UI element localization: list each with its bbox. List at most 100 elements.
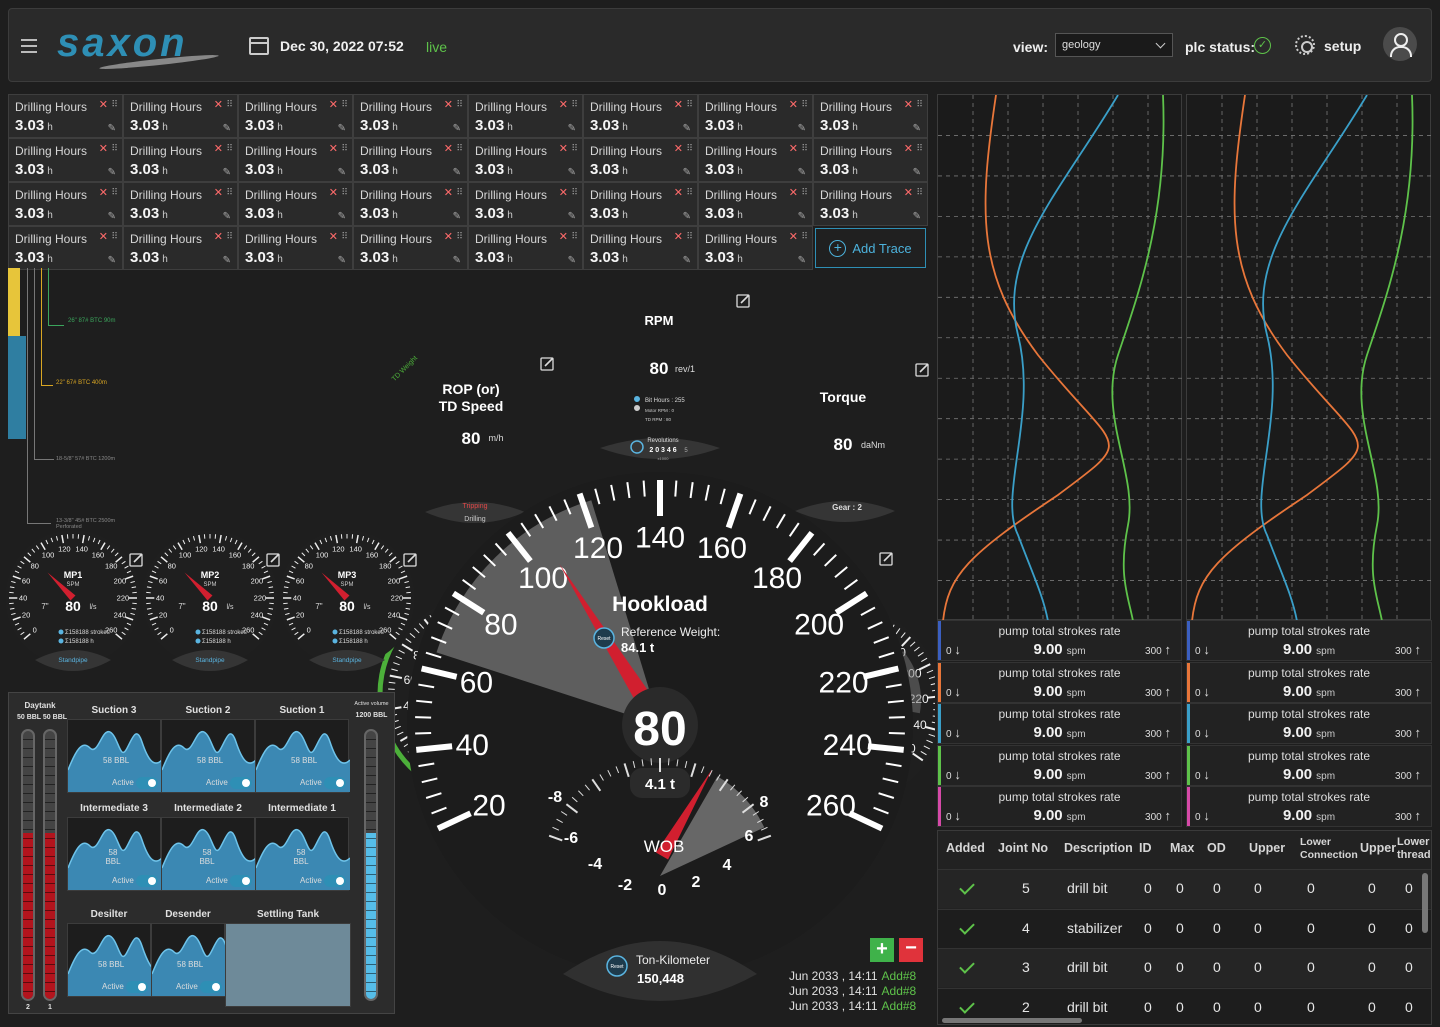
pit-active-toggle[interactable] xyxy=(126,981,148,993)
edit-icon[interactable]: ✎ xyxy=(913,123,921,134)
trace-max[interactable]: 300 ↑ xyxy=(1395,725,1421,740)
trace-max[interactable]: 300 ↑ xyxy=(1145,684,1171,699)
trend-chart-right[interactable] xyxy=(1186,94,1432,622)
trace-tile[interactable]: Drilling Hours 3.03 h ✕ ⠿ ✎ xyxy=(8,138,123,182)
drag-handle-icon[interactable]: ⠿ xyxy=(801,99,808,110)
trace-min[interactable]: 0 ↓ xyxy=(946,808,961,823)
edit-icon[interactable]: ✎ xyxy=(798,211,806,222)
close-icon[interactable]: ✕ xyxy=(329,186,338,199)
trace-tile[interactable]: Drilling Hours 3.03 h ✕ ⠿ ✎ xyxy=(353,226,468,270)
remove-button[interactable]: − xyxy=(899,938,923,962)
drag-handle-icon[interactable]: ⠿ xyxy=(571,187,578,198)
trace-row[interactable]: pump total strokes rate 9.00 spm 0 ↓ 300 … xyxy=(1186,786,1432,828)
trace-tile[interactable]: Drilling Hours 3.03 h ✕ ⠿ ✎ xyxy=(353,94,468,138)
edit-icon[interactable] xyxy=(736,294,750,308)
trace-row[interactable]: pump total strokes rate 9.00 spm 0 ↓ 300 … xyxy=(1186,661,1432,703)
menu-icon[interactable] xyxy=(21,39,37,53)
setup-button[interactable]: setup xyxy=(1324,38,1361,54)
trace-tile[interactable]: Drilling Hours 3.03 h ✕ ⠿ ✎ xyxy=(813,138,928,182)
drag-handle-icon[interactable]: ⠿ xyxy=(111,187,118,198)
calendar-icon[interactable] xyxy=(249,37,269,55)
edit-icon[interactable]: ✎ xyxy=(338,123,346,134)
edit-icon[interactable]: ✎ xyxy=(798,123,806,134)
trace-row[interactable]: pump total strokes rate 9.00 spm 0 ↓ 300 … xyxy=(937,703,1182,745)
trace-row[interactable]: pump total strokes rate 9.00 spm 0 ↓ 300 … xyxy=(1186,744,1432,786)
add-trace-button[interactable]: + Add Trace xyxy=(815,228,926,268)
trace-min[interactable]: 0 ↓ xyxy=(946,642,961,657)
trace-min[interactable]: 0 ↓ xyxy=(946,684,961,699)
close-icon[interactable]: ✕ xyxy=(789,142,798,155)
trace-tile[interactable]: Drilling Hours 3.03 h ✕ ⠿ ✎ xyxy=(698,226,813,270)
trace-tile[interactable]: Drilling Hours 3.03 h ✕ ⠿ ✎ xyxy=(8,94,123,138)
trace-tile[interactable]: Drilling Hours 3.03 h ✕ ⠿ ✎ xyxy=(238,226,353,270)
trace-max[interactable]: 300 ↑ xyxy=(1145,767,1171,782)
pit-tank[interactable]: 58 BBL Active xyxy=(255,719,350,793)
pit-tank[interactable]: 58 BBL Active xyxy=(67,923,152,997)
col-od[interactable]: OD xyxy=(1207,841,1226,855)
drag-handle-icon[interactable]: ⠿ xyxy=(916,187,923,198)
table-vscrollbar[interactable] xyxy=(1422,873,1428,933)
edit-icon[interactable]: ✎ xyxy=(568,255,576,266)
edit-icon[interactable]: ✎ xyxy=(798,167,806,178)
close-icon[interactable]: ✕ xyxy=(789,186,798,199)
edit-icon[interactable]: ✎ xyxy=(913,167,921,178)
close-icon[interactable]: ✕ xyxy=(559,142,568,155)
table-row[interactable]: 4 stabilizer 0 0 0 0 0 0 0 xyxy=(938,908,1431,948)
trace-row[interactable]: pump total strokes rate 9.00 spm 0 ↓ 300 … xyxy=(1186,703,1432,745)
close-icon[interactable]: ✕ xyxy=(674,142,683,155)
drag-handle-icon[interactable]: ⠿ xyxy=(801,231,808,242)
close-icon[interactable]: ✕ xyxy=(674,186,683,199)
edit-icon[interactable]: ✎ xyxy=(108,123,116,134)
trace-tile[interactable]: Drilling Hours 3.03 h ✕ ⠿ ✎ xyxy=(813,94,928,138)
trace-tile[interactable]: Drilling Hours 3.03 h ✕ ⠿ ✎ xyxy=(123,226,238,270)
trace-tile[interactable]: Drilling Hours 3.03 h ✕ ⠿ ✎ xyxy=(238,94,353,138)
close-icon[interactable]: ✕ xyxy=(99,186,108,199)
trace-tile[interactable]: Drilling Hours 3.03 h ✕ ⠿ ✎ xyxy=(353,182,468,226)
drag-handle-icon[interactable]: ⠿ xyxy=(456,99,463,110)
close-icon[interactable]: ✕ xyxy=(789,98,798,111)
edit-icon[interactable]: ✎ xyxy=(683,167,691,178)
trace-tile[interactable]: Drilling Hours 3.03 h ✕ ⠿ ✎ xyxy=(583,226,698,270)
edit-icon[interactable]: ✎ xyxy=(108,167,116,178)
close-icon[interactable]: ✕ xyxy=(329,142,338,155)
edit-icon[interactable]: ✎ xyxy=(683,255,691,266)
trace-tile[interactable]: Drilling Hours 3.03 h ✕ ⠿ ✎ xyxy=(468,226,583,270)
drag-handle-icon[interactable]: ⠿ xyxy=(801,143,808,154)
trace-tile[interactable]: Drilling Hours 3.03 h ✕ ⠿ ✎ xyxy=(468,138,583,182)
drag-handle-icon[interactable]: ⠿ xyxy=(916,99,923,110)
trace-row[interactable]: pump total strokes rate 9.00 spm 0 ↓ 300 … xyxy=(937,661,1182,703)
pit-tank[interactable]: 58 BBL Active xyxy=(67,817,162,891)
edit-icon[interactable]: ✎ xyxy=(568,123,576,134)
close-icon[interactable]: ✕ xyxy=(214,98,223,111)
trace-tile[interactable]: Drilling Hours 3.03 h ✕ ⠿ ✎ xyxy=(583,182,698,226)
trace-max[interactable]: 300 ↑ xyxy=(1145,808,1171,823)
drag-handle-icon[interactable]: ⠿ xyxy=(916,143,923,154)
close-icon[interactable]: ✕ xyxy=(674,230,683,243)
drag-handle-icon[interactable]: ⠿ xyxy=(686,187,693,198)
trace-tile[interactable]: Drilling Hours 3.03 h ✕ ⠿ ✎ xyxy=(8,226,123,270)
drag-handle-icon[interactable]: ⠿ xyxy=(571,231,578,242)
edit-icon[interactable]: ✎ xyxy=(453,255,461,266)
drag-handle-icon[interactable]: ⠿ xyxy=(341,231,348,242)
edit-icon[interactable]: ✎ xyxy=(338,167,346,178)
close-icon[interactable]: ✕ xyxy=(329,98,338,111)
close-icon[interactable]: ✕ xyxy=(674,98,683,111)
trace-max[interactable]: 300 ↑ xyxy=(1145,725,1171,740)
pit-active-toggle[interactable] xyxy=(230,777,252,789)
trace-row[interactable]: pump total strokes rate 9.00 spm 0 ↓ 300 … xyxy=(937,786,1182,828)
edit-icon[interactable]: ✎ xyxy=(683,123,691,134)
edit-icon[interactable]: ✎ xyxy=(568,211,576,222)
pit-active-toggle[interactable] xyxy=(324,777,346,789)
trace-tile[interactable]: Drilling Hours 3.03 h ✕ ⠿ ✎ xyxy=(123,138,238,182)
drag-handle-icon[interactable]: ⠿ xyxy=(226,187,233,198)
col-max[interactable]: Max xyxy=(1170,841,1194,855)
edit-icon[interactable]: ✎ xyxy=(223,255,231,266)
close-icon[interactable]: ✕ xyxy=(444,230,453,243)
trace-row[interactable]: pump total strokes rate 9.00 spm 0 ↓ 300 … xyxy=(937,744,1182,786)
drag-handle-icon[interactable]: ⠿ xyxy=(686,99,693,110)
edit-icon[interactable]: ✎ xyxy=(223,211,231,222)
close-icon[interactable]: ✕ xyxy=(559,186,568,199)
col-description[interactable]: Description xyxy=(1064,841,1133,855)
trace-max[interactable]: 300 ↑ xyxy=(1395,684,1421,699)
trace-tile[interactable]: Drilling Hours 3.03 h ✕ ⠿ ✎ xyxy=(583,94,698,138)
